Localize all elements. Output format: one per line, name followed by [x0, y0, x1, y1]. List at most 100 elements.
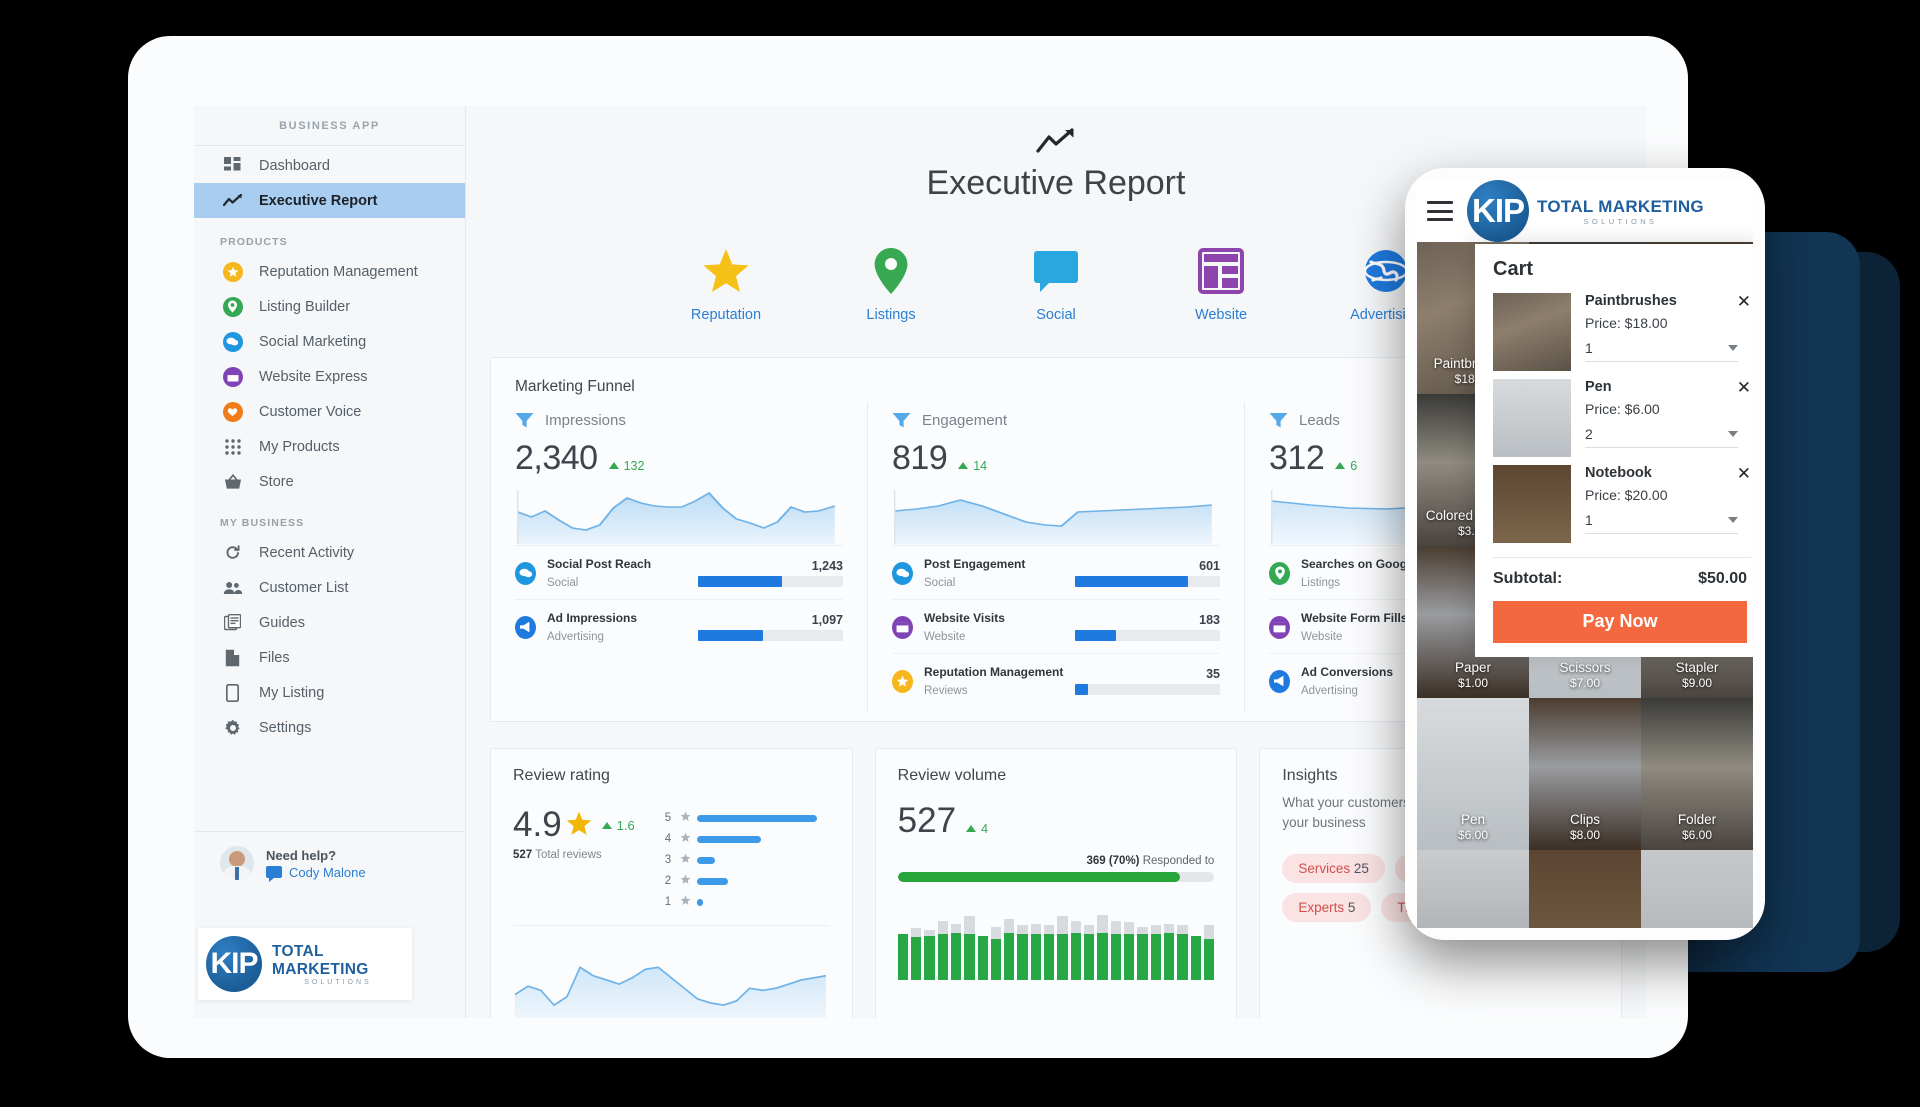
- pay-now-button[interactable]: Pay Now: [1493, 601, 1747, 643]
- sidebar-item-customer-list[interactable]: Customer List: [194, 570, 465, 605]
- cart-item-thumbnail: [1493, 293, 1571, 371]
- cart-footer: Subtotal: $50.00 Pay Now: [1493, 557, 1751, 657]
- sidebar-item-customer-voice[interactable]: Customer Voice: [194, 394, 465, 429]
- rating-bar-2: 2: [665, 872, 830, 890]
- cart-item-quantity-select[interactable]: 1: [1585, 512, 1738, 534]
- product-tile[interactable]: Folder $6.00: [1641, 698, 1753, 850]
- responded-count: 369: [1086, 855, 1106, 867]
- phone-brand-logo: KIP TOTAL MARKETING SOLUTIONS: [1467, 180, 1704, 242]
- funnel-row-value: 35: [1206, 667, 1220, 681]
- product-tile[interactable]: Clips $8.00: [1529, 698, 1641, 850]
- cart-item-quantity-value: 1: [1585, 512, 1593, 528]
- kpi-reputation[interactable]: Reputation: [644, 245, 809, 323]
- funnel-row-bar: [698, 630, 843, 641]
- support-contact[interactable]: Cody Malone: [266, 865, 366, 882]
- hamburger-menu-icon[interactable]: [1427, 201, 1453, 221]
- sidebar-item-dashboard[interactable]: Dashboard: [194, 148, 465, 183]
- sidebar-item-my-listing[interactable]: My Listing: [194, 675, 465, 710]
- impressions-sparkline: [515, 484, 843, 546]
- sidebar-item-label: Guides: [259, 614, 305, 631]
- star-icon: [680, 809, 691, 827]
- funnel-row-value: 1,097: [811, 613, 843, 627]
- kpi-social[interactable]: Social: [974, 245, 1139, 323]
- sidebar-brand-logo: KIP TOTAL MARKETING SOLUTIONS: [198, 928, 412, 1000]
- remove-item-icon[interactable]: ✕: [1731, 465, 1751, 482]
- insight-chip[interactable]: Experts 5: [1282, 892, 1372, 922]
- funnel-row-value: 183: [1199, 613, 1220, 627]
- funnel-row-title: Reputation Management: [924, 665, 1064, 679]
- funnel-row-title: Searches on Google: [1301, 557, 1418, 571]
- funnel-column-impressions: Impressions 2,340 132 Social Post Reach …: [491, 402, 867, 713]
- cart-item-thumbnail: [1493, 379, 1571, 457]
- product-name: Clips: [1569, 811, 1600, 827]
- insight-chip-label: Experts: [1298, 899, 1345, 915]
- sidebar-header-label: BUSINESS APP: [279, 119, 380, 132]
- trend-up-icon: [601, 821, 612, 829]
- kpi-label: Reputation: [690, 307, 762, 323]
- sidebar-item-website-express[interactable]: Website Express: [194, 359, 465, 394]
- sidebar-item-store[interactable]: Store: [194, 464, 465, 499]
- funnel-row: Post Engagement Social 601: [892, 546, 1220, 600]
- sidebar-item-label: Dashboard: [259, 157, 330, 174]
- insight-chip[interactable]: Services 25: [1282, 853, 1385, 883]
- grid-dots-icon: [222, 436, 243, 457]
- browser-window-icon: [892, 615, 913, 639]
- phone-header: KIP TOTAL MARKETING SOLUTIONS: [1417, 180, 1753, 242]
- star-icon: [680, 893, 691, 911]
- brand-tagline: SOLUTIONS: [304, 978, 372, 986]
- sidebar-item-reputation-management[interactable]: Reputation Management: [194, 254, 465, 289]
- sidebar-item-my-products[interactable]: My Products: [194, 429, 465, 464]
- sidebar-item-files[interactable]: Files: [194, 640, 465, 675]
- cart-item-quantity-value: 1: [1585, 340, 1593, 356]
- sidebar-item-listing-builder[interactable]: Listing Builder: [194, 289, 465, 324]
- funnel-row-bar: [1075, 576, 1220, 587]
- kpi-website[interactable]: Website: [1139, 245, 1304, 323]
- remove-item-icon[interactable]: ✕: [1731, 293, 1751, 310]
- review-volume-value: 527: [897, 801, 957, 840]
- cart-item-price: Price: $6.00: [1585, 401, 1660, 417]
- map-pin-icon: [809, 245, 974, 297]
- sidebar-nav: Dashboard Executive Report: [194, 146, 465, 218]
- rating-bar-5: 5: [665, 809, 830, 827]
- funnel-column-name: Engagement: [922, 412, 1008, 429]
- funnel-delta: 132: [623, 458, 645, 473]
- product-tile[interactable]: Pen $6.00: [1417, 698, 1529, 850]
- product-tile[interactable]: Notebook$20.00: [1529, 850, 1641, 928]
- sidebar-item-label: My Products: [259, 438, 340, 455]
- review-volume-delta: 4: [981, 821, 989, 836]
- product-name: Pen: [1460, 811, 1486, 827]
- product-tile[interactable]: Pencil$2.00: [1417, 850, 1529, 928]
- chat-bubble-icon: [892, 561, 913, 585]
- responded-percent: (70%): [1108, 855, 1140, 867]
- cart-item: Pen ✕ Price: $6.00 2: [1493, 379, 1751, 465]
- cart-title: Cart: [1493, 258, 1534, 280]
- need-help-block[interactable]: Need help? Cody Malone: [194, 831, 465, 890]
- cart-item-quantity-select[interactable]: 2: [1585, 426, 1738, 448]
- rating-bar-4: 4: [665, 830, 830, 848]
- book-icon: [222, 612, 243, 633]
- cart-item-name: Pen: [1585, 379, 1612, 395]
- remove-item-icon[interactable]: ✕: [1731, 379, 1751, 396]
- brand-name: TOTAL MARKETING: [272, 942, 369, 978]
- sidebar-item-settings[interactable]: Settings: [194, 710, 465, 745]
- funnel-row-title: Ad Impressions: [547, 611, 638, 625]
- sidebar-item-label: Customer List: [259, 579, 349, 596]
- review-rating-trend-chart: [513, 940, 830, 1018]
- funnel-row-value: 1,243: [811, 559, 843, 573]
- cart-item: Notebook ✕ Price: $20.00 1: [1493, 465, 1751, 551]
- chat-bubble-icon: [222, 331, 243, 352]
- sidebar-item-social-marketing[interactable]: Social Marketing: [194, 324, 465, 359]
- product-tile[interactable]: Tape$4.00: [1641, 850, 1753, 928]
- sidebar-item-executive-report[interactable]: Executive Report: [194, 183, 465, 218]
- trend-line-icon: [1036, 128, 1076, 154]
- kpi-listings[interactable]: Listings: [809, 245, 974, 323]
- star-icon: [680, 830, 691, 848]
- mobile-icon: [222, 682, 243, 703]
- insight-chip-label: Services: [1298, 860, 1351, 876]
- sidebar-group-my-business-title: MY BUSINESS: [220, 517, 305, 529]
- funnel-row-title: Post Engagement: [924, 557, 1026, 571]
- sidebar-item-recent-activity[interactable]: Recent Activity: [194, 535, 465, 570]
- sidebar-item-guides[interactable]: Guides: [194, 605, 465, 640]
- cart-item-quantity-select[interactable]: 1: [1585, 340, 1738, 362]
- funnel-icon: [515, 412, 534, 429]
